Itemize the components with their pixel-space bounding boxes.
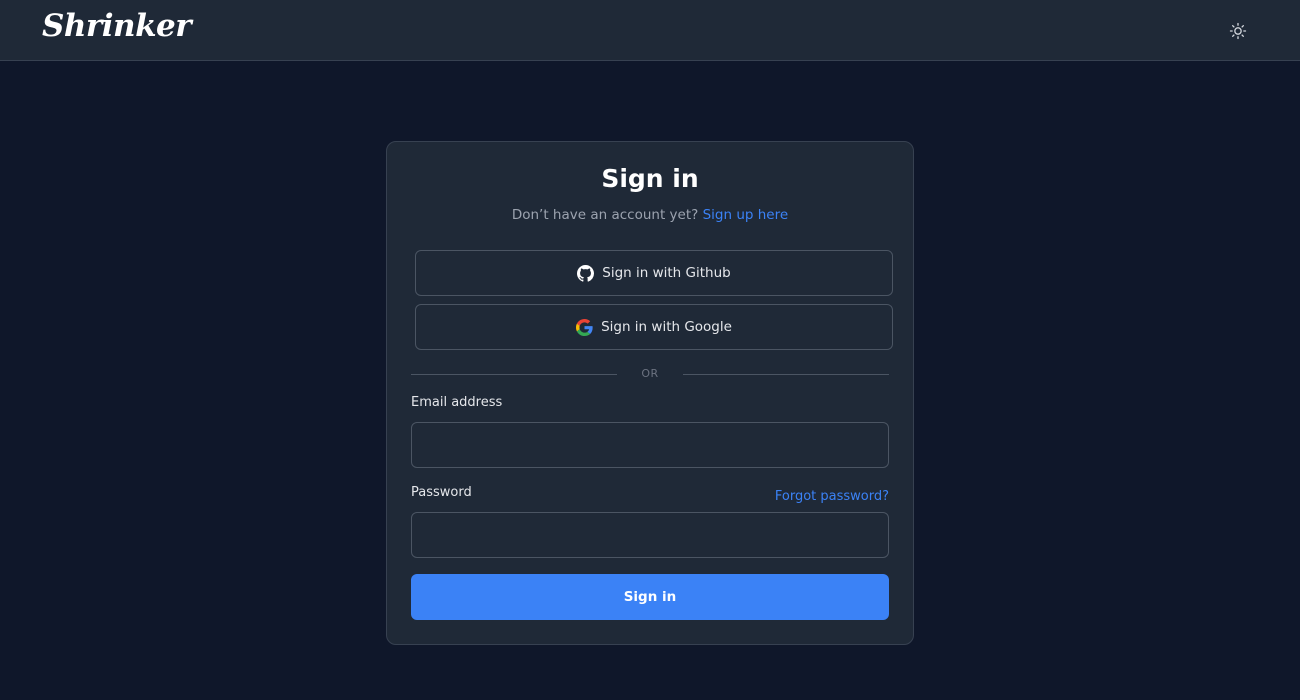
google-icon bbox=[576, 318, 593, 336]
password-label: Password bbox=[411, 485, 472, 500]
github-icon bbox=[577, 264, 595, 282]
signup-prompt-text: Don’t have an account yet? bbox=[511, 207, 699, 223]
google-signin-button[interactable]: Sign in with Google bbox=[415, 304, 893, 350]
signin-button[interactable]: Sign in bbox=[411, 574, 889, 620]
divider-line-right bbox=[683, 374, 889, 375]
github-button-label: Sign in with Github bbox=[602, 265, 731, 281]
signup-prompt: Don’t have an account yet? Sign up here bbox=[387, 207, 913, 223]
email-field[interactable] bbox=[411, 422, 889, 468]
theme-toggle-button[interactable] bbox=[1226, 19, 1250, 43]
page-title: Sign in bbox=[601, 164, 699, 193]
github-signin-button[interactable]: Sign in with Github bbox=[415, 250, 893, 296]
email-label: Email address bbox=[411, 395, 503, 410]
google-button-label: Sign in with Google bbox=[601, 319, 732, 335]
password-field[interactable] bbox=[411, 512, 889, 558]
logo[interactable]: Shrinker bbox=[42, 8, 192, 44]
top-navbar: Shrinker bbox=[0, 0, 1300, 61]
signup-link[interactable]: Sign up here bbox=[703, 207, 789, 223]
or-divider: OR bbox=[411, 367, 889, 381]
forgot-password-link[interactable]: Forgot password? bbox=[775, 489, 889, 504]
signin-card: Sign in Don’t have an account yet? Sign … bbox=[386, 141, 914, 645]
sun-icon bbox=[1229, 22, 1247, 40]
